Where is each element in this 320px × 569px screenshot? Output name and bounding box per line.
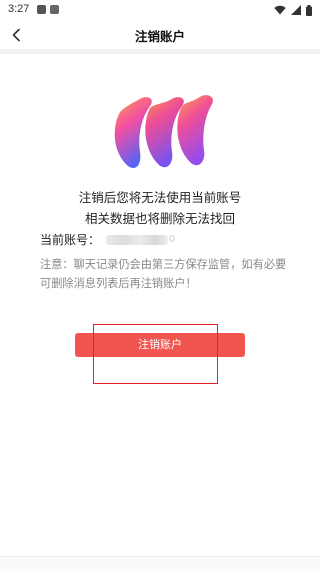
notice-text: 注意：聊天记录仍会由第三方保存监管，如有必要可删除消息列表后再注销账户！	[40, 258, 287, 290]
status-time: 3:27	[8, 3, 30, 15]
account-value-tail: 0	[169, 234, 176, 245]
delete-account-button[interactable]: 注销账户	[75, 333, 245, 357]
page-title: 注销账户	[134, 29, 185, 44]
app-a-icon	[50, 5, 59, 14]
warning-message-line2: 相关数据也将删除无法找回	[84, 211, 235, 226]
wifi-icon	[274, 5, 286, 15]
header-divider	[0, 49, 320, 54]
battery-icon	[306, 4, 312, 16]
bottom-bar	[0, 556, 320, 569]
nav-bar: 注销账户	[0, 22, 320, 48]
current-account-row: 当前账号： 0	[40, 231, 175, 248]
warning-message-line1: 注销后您将无法使用当前账号	[78, 190, 242, 205]
brand-logo-icon	[114, 95, 213, 169]
status-icons	[274, 4, 312, 16]
account-label: 当前账号：	[40, 233, 101, 247]
app-notification-icon	[37, 5, 46, 14]
status-bar: 3:27	[0, 0, 320, 22]
signal-icon	[291, 5, 301, 15]
account-value-redacted	[106, 234, 169, 245]
